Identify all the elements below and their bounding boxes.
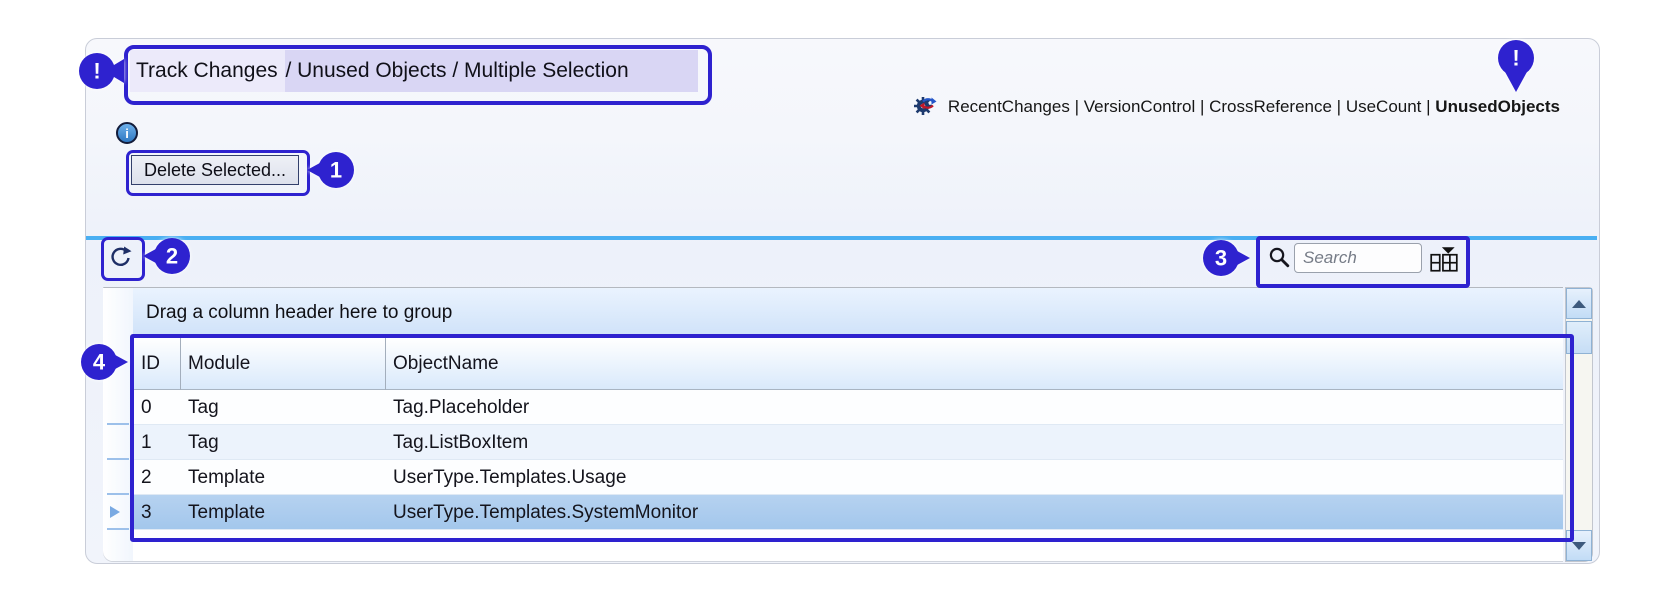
scroll-down-button[interactable]: [1566, 530, 1592, 561]
triangle-up-icon: [1572, 300, 1586, 308]
info-icon[interactable]: i: [116, 122, 138, 144]
annotation-callout-2: 2: [141, 234, 193, 278]
search-icon: [1268, 246, 1290, 268]
cell-objectname[interactable]: UserType.Templates.SystemMonitor: [393, 495, 698, 530]
refresh-icon: [109, 245, 133, 269]
nav-separator: |: [1332, 97, 1346, 116]
delete-selected-button[interactable]: Delete Selected...: [131, 155, 299, 185]
svg-text:3: 3: [1215, 246, 1227, 271]
cell-module[interactable]: Tag: [188, 425, 219, 460]
row-divider-mark: [107, 528, 129, 530]
toolbar-separator-line: [86, 236, 1597, 240]
table-row[interactable]: 2 Template UserType.Templates.Usage: [133, 460, 1563, 495]
nav-item-crossreference[interactable]: CrossReference: [1209, 97, 1332, 116]
annotation-exclamation-badge-title: !: [76, 49, 128, 93]
table-row[interactable]: 1 Tag Tag.ListBoxItem: [133, 425, 1563, 460]
cell-id[interactable]: 0: [141, 390, 152, 425]
vertical-scrollbar[interactable]: [1565, 287, 1593, 562]
grid-header-row: ID Module ObjectName: [133, 338, 1563, 390]
column-header-module[interactable]: Module: [188, 338, 250, 390]
row-divider-mark: [107, 458, 129, 460]
page-title-highlighted: Track Changes: [130, 50, 285, 92]
refresh-button[interactable]: [106, 242, 135, 271]
row-selected-arrow-icon: [110, 506, 120, 518]
cell-module[interactable]: Tag: [188, 390, 219, 425]
table-row[interactable]: 0 Tag Tag.Placeholder: [133, 390, 1563, 425]
nav-separator: |: [1195, 97, 1209, 116]
nav-separator: |: [1421, 97, 1435, 116]
annotation-callout-3: 3: [1200, 236, 1252, 280]
nav-item-unusedobjects-active[interactable]: UnusedObjects: [1435, 97, 1560, 116]
column-header-id[interactable]: ID: [141, 338, 160, 390]
cell-module[interactable]: Template: [188, 460, 265, 495]
cell-objectname[interactable]: Tag.ListBoxItem: [393, 425, 528, 460]
nav-item-usecount[interactable]: UseCount: [1346, 97, 1422, 116]
group-by-band-text: Drag a column header here to group: [146, 302, 452, 323]
nav-item-recentchanges[interactable]: RecentChanges: [948, 97, 1070, 116]
page-title-tab[interactable]: Track Changes / Unused Objects / Multipl…: [130, 50, 698, 92]
nav-item-versioncontrol[interactable]: VersionControl: [1084, 97, 1196, 116]
cell-module[interactable]: Template: [188, 495, 265, 530]
cell-objectname[interactable]: UserType.Templates.Usage: [393, 460, 626, 495]
row-divider-mark: [107, 493, 129, 495]
page-title-rest: / Unused Objects / Multiple Selection: [285, 50, 698, 92]
delete-selected-label: Delete Selected...: [144, 160, 286, 180]
annotation-exclamation-badge-nav: !: [1494, 38, 1538, 98]
svg-text:!: !: [1512, 46, 1519, 71]
column-header-objectname[interactable]: ObjectName: [393, 338, 499, 390]
cell-id[interactable]: 3: [141, 495, 152, 530]
nav-separator: |: [1070, 97, 1084, 116]
scrollbar-thumb[interactable]: [1566, 321, 1592, 354]
group-by-band[interactable]: Drag a column header here to group: [133, 288, 1563, 337]
triangle-down-icon: [1572, 542, 1586, 550]
column-chooser-icon[interactable]: [1428, 244, 1460, 274]
annotation-callout-4: 4: [78, 340, 130, 384]
row-divider-mark: [107, 423, 129, 425]
annotation-callout-1: 1: [305, 148, 357, 192]
table-row-selected[interactable]: 3 Template UserType.Templates.SystemMoni…: [133, 495, 1563, 530]
cell-objectname[interactable]: Tag.Placeholder: [393, 390, 529, 425]
module-nav: RecentChanges | VersionControl | CrossRe…: [860, 92, 1560, 122]
svg-text:4: 4: [93, 350, 106, 375]
svg-text:1: 1: [330, 158, 342, 183]
cell-id[interactable]: 1: [141, 425, 152, 460]
cell-id[interactable]: 2: [141, 460, 152, 495]
gear-sync-icon: [913, 93, 937, 117]
svg-text:2: 2: [166, 244, 178, 269]
svg-text:!: !: [93, 59, 100, 84]
search-input[interactable]: [1294, 243, 1422, 273]
scroll-up-button[interactable]: [1566, 288, 1592, 319]
screenshot-canvas: Track Changes / Unused Objects / Multipl…: [0, 0, 1673, 607]
